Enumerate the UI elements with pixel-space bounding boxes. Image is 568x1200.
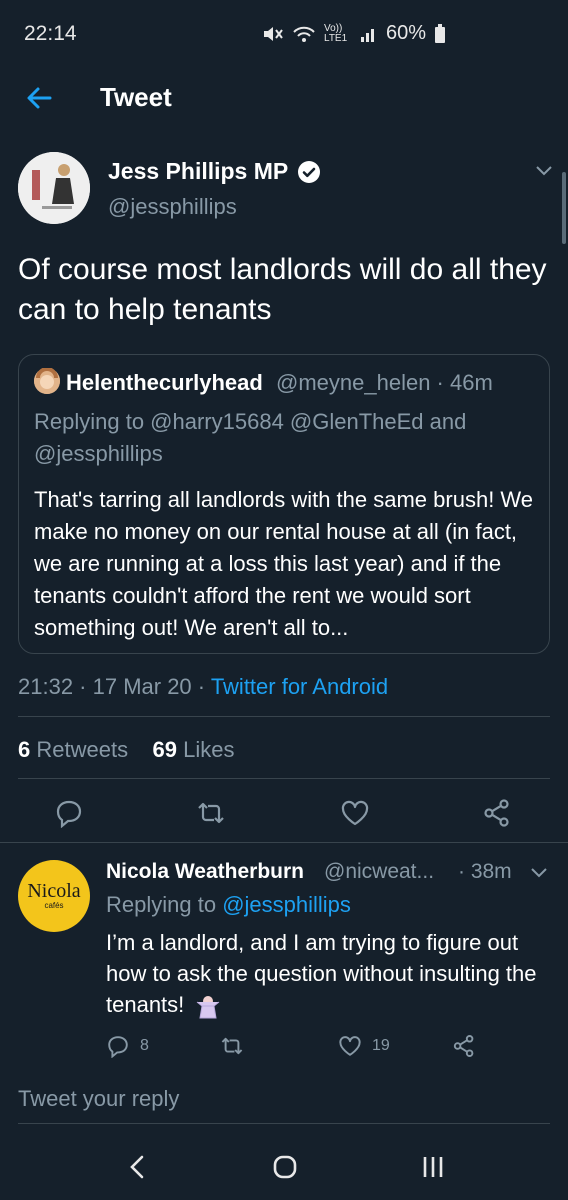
quoted-handle-time: @meyne_helen · 46m (276, 370, 493, 395)
verified-badge-icon (298, 161, 320, 183)
reply-composer-input[interactable]: Tweet your reply (18, 1086, 550, 1124)
likes-label: Likes (183, 737, 235, 762)
tweet-text: Of course most landlords will do all the… (18, 253, 547, 326)
share-icon[interactable] (452, 1034, 476, 1058)
likes-stat[interactable]: 69 Likes (153, 737, 235, 762)
share-icon[interactable] (482, 798, 512, 828)
like-heart-icon[interactable] (340, 798, 370, 828)
reply-time: · 38m (458, 860, 512, 883)
nav-back-icon[interactable] (126, 1154, 148, 1180)
reply-like-action[interactable]: 19 (338, 1034, 390, 1058)
status-bar: 22:14 Vo)) LTE1 60% (0, 0, 568, 66)
divider (18, 778, 550, 779)
retweets-stat[interactable]: 6 Retweets (18, 737, 128, 762)
nav-recents-icon[interactable] (420, 1154, 446, 1180)
page-title: Tweet (100, 82, 172, 112)
quoted-text: That's tarring all landlords with the sa… (34, 487, 534, 640)
reply-icon[interactable] (54, 798, 84, 828)
tweet-detail-screen: 22:14 Vo)) LTE1 60% Tweet Jess Phillips … (0, 0, 568, 1200)
likes-count: 69 (152, 737, 178, 762)
quoted-author-name: Helenthecurlyhead (66, 370, 263, 395)
replying-prefix: Replying to (106, 892, 223, 917)
avatar-photo-icon (18, 152, 90, 224)
reply-icon (108, 1036, 128, 1058)
author-handle[interactable]: @jessphillips (108, 194, 237, 220)
android-nav-bar (0, 1130, 568, 1200)
wifi-icon (293, 26, 315, 42)
battery-icon (435, 23, 446, 43)
mute-icon (264, 26, 283, 41)
chevron-down-icon[interactable] (530, 866, 548, 880)
like-heart-icon (339, 1036, 361, 1056)
divider (18, 716, 550, 717)
network-label: Vo)) LTE1 (324, 22, 348, 44)
retweet-icon[interactable] (196, 798, 226, 828)
status-time: 22:14 (24, 22, 77, 45)
avatar-logo-text: Nicola (27, 880, 81, 902)
divider (0, 842, 568, 843)
quoted-avatar (34, 367, 60, 394)
reply-text-body: I’m a landlord, and I am trying to figur… (106, 930, 537, 1017)
back-arrow-icon[interactable] (22, 80, 58, 116)
like-count: 19 (372, 1037, 390, 1054)
status-icons: Vo)) LTE1 60% (262, 22, 446, 45)
quoted-replying-to: Replying to @harry15684 @GlenTheEd and @… (34, 409, 467, 466)
reply-author-name[interactable]: Nicola Weatherburn (106, 860, 304, 884)
retweets-label: Retweets (36, 737, 129, 762)
signal-icon (361, 28, 374, 42)
timestamp-text: 21:32 · 17 Mar 20 · (18, 674, 211, 699)
retweet-icon[interactable] (220, 1034, 244, 1058)
chevron-down-icon[interactable] (534, 163, 554, 179)
avatar-logo-subtext: cafés (44, 901, 64, 910)
nav-home-icon[interactable] (272, 1154, 298, 1180)
source-link[interactable]: Twitter for Android (211, 674, 388, 699)
engagement-stats: 6 Retweets 69 Likes (18, 737, 235, 763)
tweet-timestamp: 21:32 · 17 Mar 20 · Twitter for Android (18, 674, 388, 700)
reply-reply-action[interactable]: 8 (106, 1034, 149, 1058)
reply-avatar[interactable]: Nicola cafés (18, 860, 90, 932)
reply-text: I’m a landlord, and I am trying to figur… (106, 927, 546, 1020)
avatar[interactable] (18, 152, 90, 224)
scrollbar[interactable] (562, 172, 566, 244)
reply-replying-to: Replying to @jessphillips (106, 892, 351, 918)
author-name[interactable]: Jess Phillips MP (108, 158, 288, 185)
mention-link[interactable]: @jessphillips (222, 892, 351, 917)
reply-author-handle[interactable]: @nicweat... (324, 860, 434, 884)
reply-count: 8 (140, 1037, 149, 1054)
battery-percent: 60% (386, 22, 427, 44)
quoted-avatar-photo-icon (34, 367, 60, 394)
shrug-emoji-icon (196, 996, 220, 1019)
retweets-count: 6 (18, 737, 31, 762)
